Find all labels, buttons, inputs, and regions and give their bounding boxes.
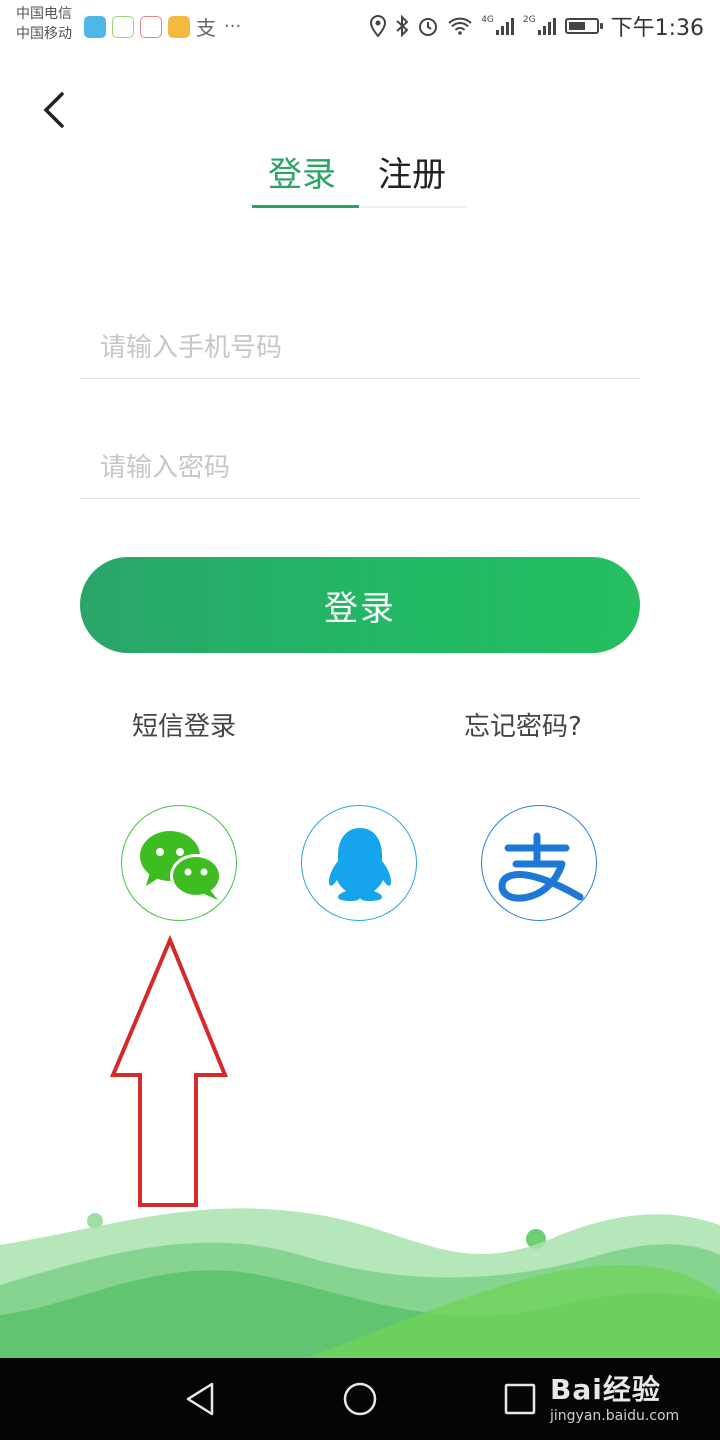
clock: 下午1:36 (610, 16, 704, 41)
password-input[interactable] (80, 438, 640, 498)
chevron-left-icon (43, 92, 64, 128)
location-icon (370, 15, 387, 37)
sms-login-link[interactable]: 短信登录 (132, 706, 236, 743)
red-arrow-icon (110, 935, 228, 1207)
carrier-labels: 中国电信 中国移动 (16, 4, 72, 44)
tab-register[interactable]: 注册 (378, 150, 446, 200)
password-field (80, 438, 640, 499)
battery-icon (564, 18, 603, 34)
nav-home-icon[interactable] (337, 1376, 383, 1422)
watermark-brand: Bai经验 (550, 1373, 661, 1406)
plane-app-icon (112, 15, 134, 38)
carrier-2: 中国移动 (16, 26, 72, 42)
signal-icon-2: 2G (523, 16, 557, 36)
alipay-icon (498, 832, 584, 902)
forgot-password-link[interactable]: 忘记密码? (464, 706, 582, 743)
nav-recent-icon[interactable] (497, 1376, 543, 1422)
alipay-notification-icon: 支 (196, 16, 216, 40)
watermark-url: jingyan.baidu.com (550, 1408, 680, 1424)
phone-input[interactable] (80, 318, 640, 378)
bank-app-icon (140, 15, 162, 38)
phone-field (80, 318, 640, 379)
signal-icon-1: 4G (481, 16, 515, 36)
wechat-icon (140, 831, 222, 900)
active-tab-indicator (252, 205, 359, 208)
notification-icons: 支 ··· (84, 12, 241, 41)
back-button[interactable] (36, 88, 72, 132)
shield-app-icon (84, 15, 106, 38)
network-type-2: 2G (522, 15, 536, 25)
wechat-login-button[interactable] (121, 805, 237, 921)
tab-login[interactable]: 登录 (268, 150, 336, 200)
wifi-icon (448, 17, 472, 35)
baidu-jingyan-watermark: Bai经验 jingyan.baidu.com (550, 1368, 679, 1424)
qq-login-button[interactable] (301, 805, 417, 921)
alarm-icon (419, 18, 438, 36)
carrier-1: 中国电信 (16, 6, 72, 22)
alipay-login-button[interactable] (481, 805, 597, 921)
status-bar: 中国电信 中国移动 支 ··· 4G 2G 下午1:36 (0, 0, 720, 48)
more-notifications-icon: ··· (224, 16, 242, 37)
nav-back-icon[interactable] (178, 1376, 224, 1422)
status-icons: 4G 2G 下午1:36 (369, 10, 704, 42)
network-type-1: 4G (481, 15, 494, 25)
system-nav-bar: Bai经验 jingyan.baidu.com (0, 1358, 720, 1440)
bluetooth-icon (396, 15, 409, 37)
video-app-icon (168, 15, 190, 38)
login-button[interactable]: 登录 (80, 557, 640, 653)
battery-level (568, 22, 585, 30)
qq-icon (329, 828, 391, 901)
auth-tabs: 登录 注册 (252, 150, 467, 208)
decorative-waves (0, 1208, 720, 1360)
